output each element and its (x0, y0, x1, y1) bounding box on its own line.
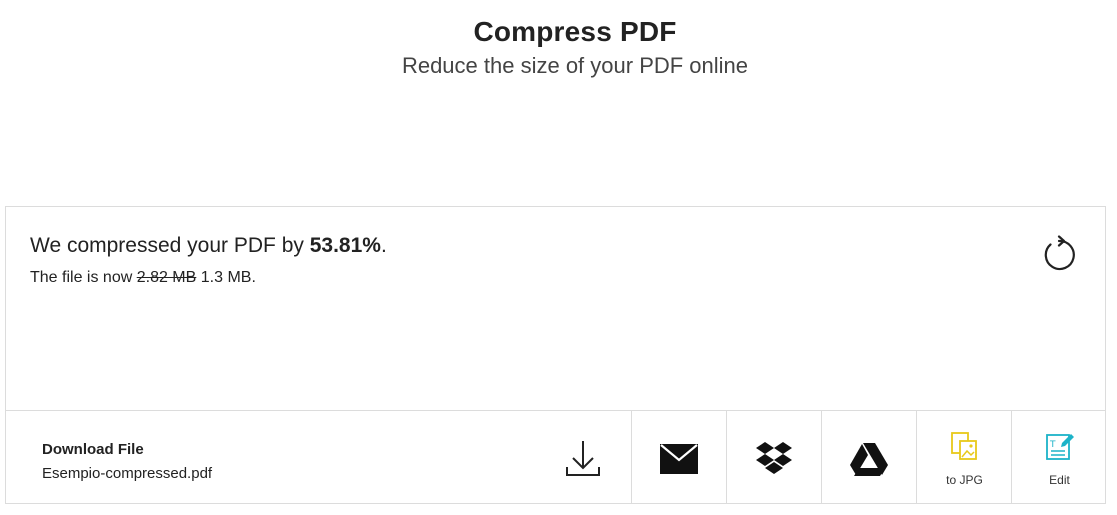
edit-label: Edit (1049, 473, 1070, 487)
old-file-size: 2.82 MB (136, 269, 197, 286)
convert-to-jpg-button[interactable]: to JPG (916, 411, 1011, 504)
google-drive-button[interactable] (821, 411, 916, 504)
download-toolbar: Download File Esempio-compressed.pdf to … (6, 410, 1105, 504)
size-suffix: . (251, 269, 256, 286)
edit-pdf-button[interactable]: T Edit (1011, 411, 1106, 504)
dropbox-button[interactable] (726, 411, 821, 504)
file-size-summary: The file is now 2.82 MB 1.3 MB. (30, 269, 256, 287)
result-message-prefix: We compressed your PDF by (30, 234, 310, 257)
restart-button[interactable] (1038, 235, 1078, 275)
page-subtitle: Reduce the size of your PDF online (401, 53, 749, 78)
to-jpg-label: to JPG (946, 473, 983, 487)
size-prefix: The file is now (30, 269, 137, 286)
restart-icon (1044, 235, 1075, 271)
download-filename: Esempio-compressed.pdf (42, 465, 213, 482)
edit-document-icon: T (1046, 434, 1074, 460)
result-message-suffix: . (380, 234, 387, 257)
result-card: We compressed your PDF by 53.81%. The fi… (5, 206, 1106, 504)
dropbox-icon (756, 442, 792, 474)
svg-text:T: T (1049, 440, 1056, 450)
download-file-title: Download File (42, 441, 144, 458)
google-drive-icon (850, 443, 888, 476)
compression-percent: 53.81% (309, 234, 381, 257)
download-button[interactable] (561, 437, 605, 481)
page-title: Compress PDF (473, 16, 677, 47)
email-button[interactable] (631, 411, 726, 504)
jpg-image-icon (951, 432, 977, 460)
new-file-size: 1.3 MB (200, 269, 252, 286)
email-icon (660, 444, 698, 474)
compression-result-message: We compressed your PDF by 53.81%. (30, 234, 387, 258)
download-icon (566, 441, 600, 476)
